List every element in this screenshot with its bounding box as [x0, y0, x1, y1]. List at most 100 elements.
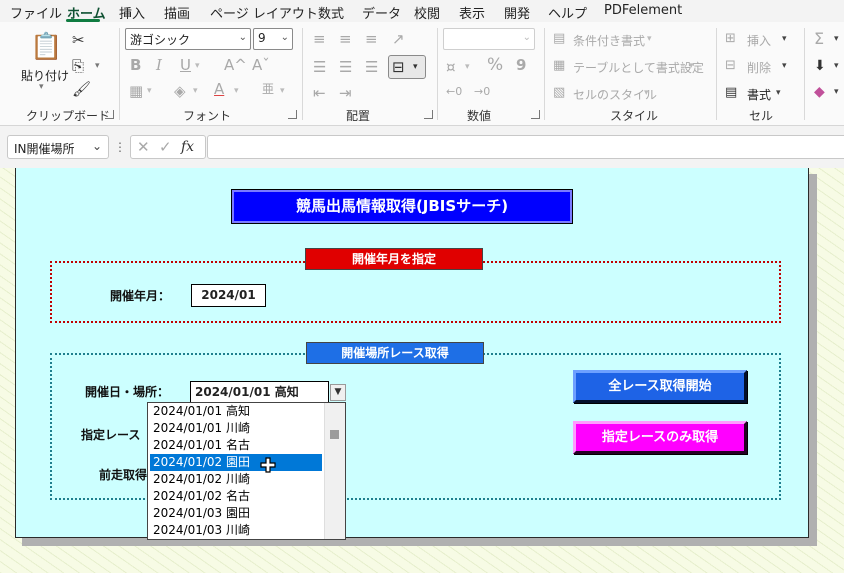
clear-icon[interactable]: ◆: [814, 83, 825, 101]
list-item[interactable]: 2024/01/02 名古: [150, 488, 322, 505]
delete-cells-icon[interactable]: ⊟: [725, 57, 736, 75]
chevron-down-icon[interactable]: ▾: [782, 61, 787, 71]
insert-cells-icon[interactable]: ⊞: [725, 30, 736, 48]
font-name-combo[interactable]: 游ゴシック ⌄: [125, 28, 251, 50]
percent-icon[interactable]: %: [487, 56, 503, 74]
chevron-down-icon[interactable]: ▾: [193, 86, 198, 96]
increase-decimal-icon[interactable]: ←0: [446, 83, 462, 101]
date-place-combo[interactable]: 2024/01/01 高知: [190, 381, 329, 403]
copy-icon[interactable]: ⎘: [72, 57, 84, 75]
tab-draw[interactable]: 描画: [164, 3, 190, 22]
name-box[interactable]: IN開催場所 ⌄: [7, 135, 109, 159]
format-painter-icon[interactable]: 🖌: [72, 80, 91, 98]
tab-data[interactable]: データ: [362, 3, 401, 22]
underline-icon[interactable]: U: [180, 56, 191, 74]
align-left-icon[interactable]: ☰: [313, 58, 326, 76]
currency-icon[interactable]: ¤: [446, 58, 456, 76]
chevron-down-icon[interactable]: ▾: [39, 82, 44, 92]
fill-color-icon[interactable]: ◈: [174, 82, 186, 100]
align-right-icon[interactable]: ☰: [365, 58, 378, 76]
fetch-selected-races-button[interactable]: 指定レースのみ取得: [573, 421, 747, 454]
tab-page-layout[interactable]: ページ レイアウト: [210, 3, 318, 22]
italic-icon[interactable]: I: [156, 56, 162, 74]
tab-pdfelement[interactable]: PDFelement: [604, 3, 682, 18]
paste-button-label[interactable]: 貼り付け: [21, 67, 69, 84]
chevron-down-icon[interactable]: ⌄: [523, 32, 531, 43]
list-item-selected[interactable]: 2024/01/02 園田: [150, 454, 322, 471]
align-middle-icon[interactable]: ≡: [339, 30, 352, 48]
tab-review[interactable]: 校閲: [414, 3, 440, 22]
decrease-decimal-icon[interactable]: →0: [474, 83, 490, 101]
year-month-input[interactable]: 2024/01: [191, 284, 266, 307]
chevron-down-icon[interactable]: ▼: [330, 384, 346, 401]
chevron-down-icon[interactable]: ▾: [644, 88, 649, 98]
dropdown-scrollbar[interactable]: [324, 403, 345, 539]
dialog-launcher-icon[interactable]: [424, 110, 433, 119]
chevron-down-icon[interactable]: ▾: [776, 88, 781, 98]
conditional-format-button[interactable]: 条件付き書式: [573, 32, 645, 49]
chevron-down-icon[interactable]: ▾: [280, 86, 285, 96]
chevron-down-icon[interactable]: ▾: [95, 61, 100, 71]
decrease-indent-icon[interactable]: ⇤: [313, 84, 326, 102]
tab-view[interactable]: 表示: [459, 3, 485, 22]
chevron-down-icon[interactable]: ⌄: [281, 32, 289, 43]
align-center-icon[interactable]: ☰: [339, 58, 352, 76]
align-bottom-icon[interactable]: ≡: [365, 30, 378, 48]
tab-formulas[interactable]: 数式: [318, 3, 344, 22]
align-top-icon[interactable]: ≡: [313, 30, 326, 48]
list-item[interactable]: 2024/01/01 高知: [150, 403, 322, 420]
dialog-launcher-icon[interactable]: [288, 110, 297, 119]
font-color-icon[interactable]: A: [214, 80, 224, 98]
format-as-table-icon[interactable]: ▦: [553, 57, 565, 75]
shrink-font-icon[interactable]: Aˇ: [252, 56, 270, 74]
cell-styles-icon[interactable]: ▧: [553, 84, 565, 102]
insert-function-icon[interactable]: fx: [181, 138, 194, 156]
dialog-launcher-icon[interactable]: [531, 110, 540, 119]
tab-insert[interactable]: 挿入: [119, 3, 145, 22]
phonetic-guide-icon[interactable]: 亜: [262, 80, 274, 98]
chevron-down-icon[interactable]: ▾: [834, 34, 839, 44]
chevron-down-icon[interactable]: ▾: [834, 61, 839, 71]
chevron-down-icon[interactable]: ▾: [689, 61, 694, 71]
font-size-combo[interactable]: 9 ⌄: [253, 28, 293, 50]
insert-cells-button[interactable]: 挿入: [747, 32, 771, 49]
tab-developer[interactable]: 開発: [504, 3, 530, 22]
cut-icon[interactable]: ✂: [72, 31, 85, 49]
chevron-down-icon[interactable]: ▾: [147, 86, 152, 96]
chevron-down-icon[interactable]: ▾: [413, 62, 418, 72]
dialog-launcher-icon[interactable]: [105, 110, 114, 119]
chevron-down-icon[interactable]: ▾: [647, 34, 652, 44]
comma-style-icon[interactable]: 9: [516, 56, 526, 74]
list-item[interactable]: 2024/01/01 名古: [150, 437, 322, 454]
bold-icon[interactable]: B: [130, 56, 141, 74]
paste-icon[interactable]: 📋: [30, 32, 62, 62]
list-item[interactable]: 2024/01/02 川崎: [150, 471, 322, 488]
more-options-icon[interactable]: ⋮: [114, 138, 126, 156]
increase-indent-icon[interactable]: ⇥: [339, 84, 352, 102]
formula-input[interactable]: [207, 135, 844, 159]
orientation-icon[interactable]: ↗: [392, 30, 405, 48]
format-cells-icon[interactable]: ▤: [725, 84, 737, 102]
list-item[interactable]: 2024/01/03 園田: [150, 505, 322, 522]
border-icon[interactable]: ▦: [129, 82, 143, 100]
list-item[interactable]: 2024/01/01 川崎: [150, 420, 322, 437]
format-cells-button[interactable]: 書式: [747, 86, 771, 103]
grow-font-icon[interactable]: A^: [224, 56, 247, 74]
enter-icon[interactable]: ✓: [159, 138, 172, 156]
fetch-all-races-button[interactable]: 全レース取得開始: [573, 370, 747, 403]
delete-cells-button[interactable]: 削除: [747, 59, 771, 76]
scrollbar-thumb[interactable]: [330, 430, 339, 439]
tab-help[interactable]: ヘルプ: [548, 3, 587, 22]
chevron-down-icon[interactable]: ▾: [834, 87, 839, 97]
format-as-table-button[interactable]: テーブルとして書式設定: [573, 59, 704, 76]
conditional-format-icon[interactable]: ▤: [553, 30, 565, 48]
chevron-down-icon[interactable]: ▾: [465, 62, 470, 72]
chevron-down-icon[interactable]: ▾: [234, 86, 239, 96]
chevron-down-icon[interactable]: ▾: [782, 34, 787, 44]
fill-icon[interactable]: ⬇: [814, 57, 826, 75]
chevron-down-icon[interactable]: ⌄: [92, 139, 102, 153]
number-format-combo[interactable]: ⌄: [443, 28, 535, 50]
tab-file[interactable]: ファイル: [10, 3, 62, 22]
chevron-down-icon[interactable]: ⌄: [239, 32, 247, 43]
chevron-down-icon[interactable]: ▾: [195, 61, 200, 71]
